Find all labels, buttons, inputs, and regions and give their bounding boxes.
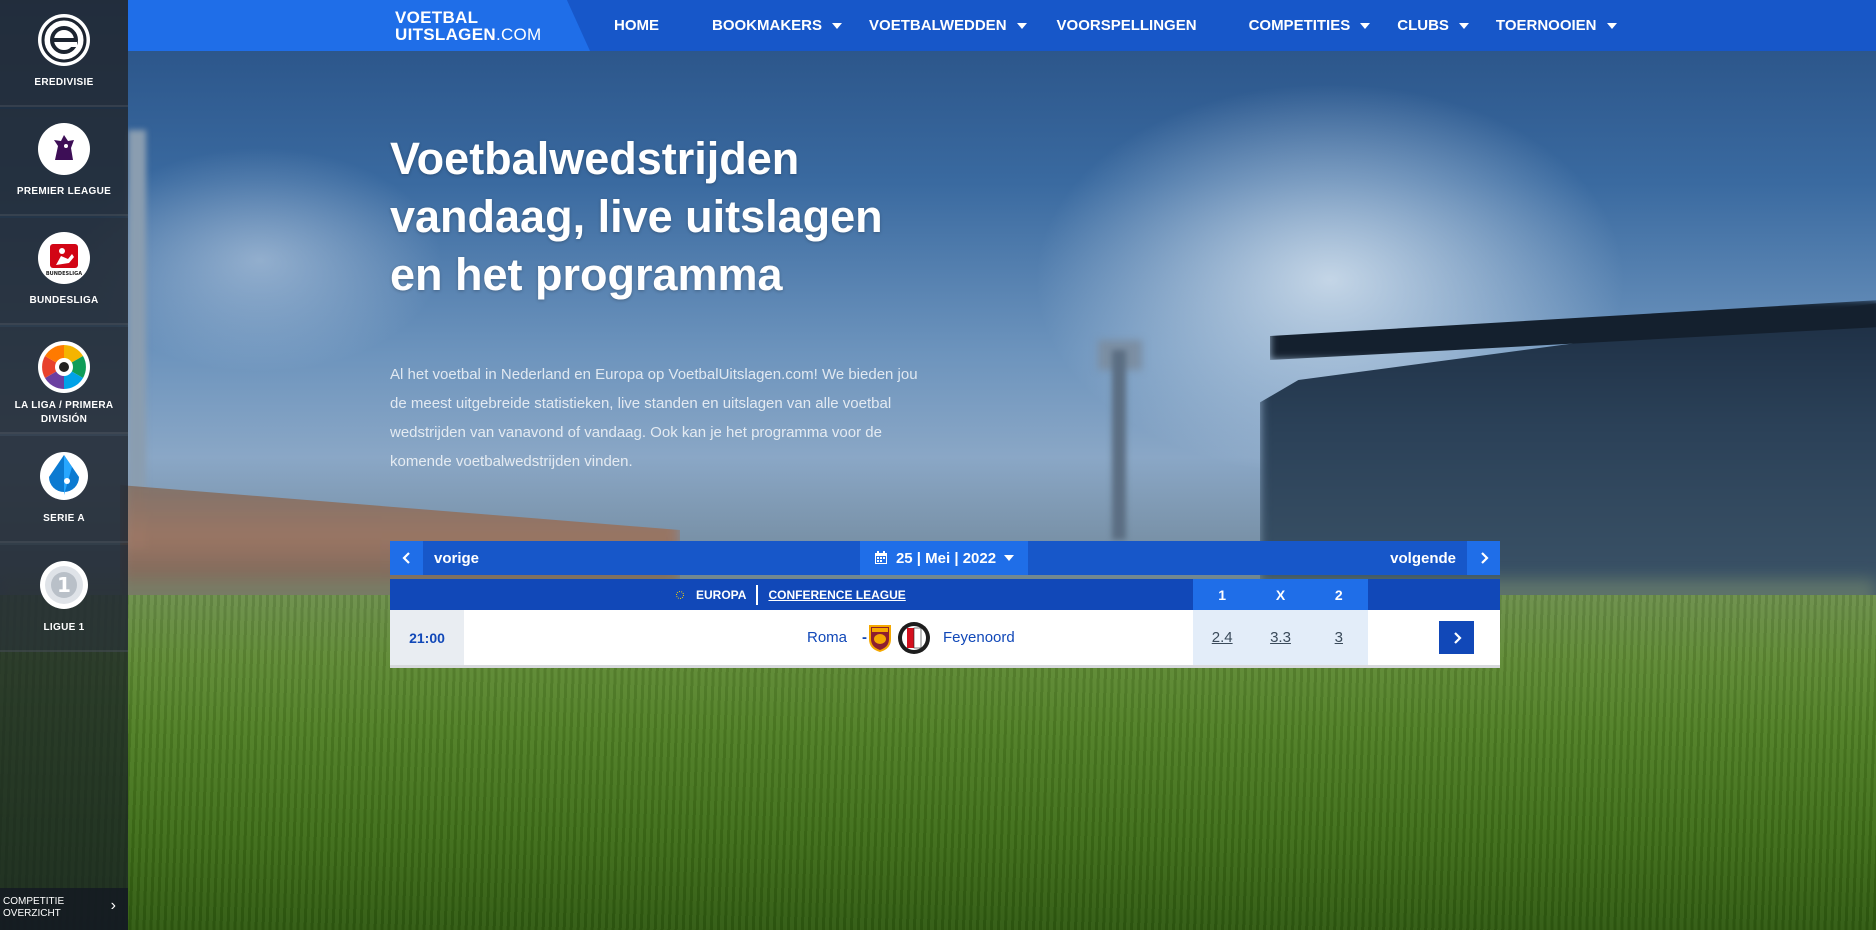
eredivisie-logo-icon [38, 14, 90, 66]
nav-competities[interactable]: COMPETITIES [1249, 17, 1371, 34]
previous-day-button[interactable]: vorige [390, 541, 479, 575]
away-team-name: Feyenoord [943, 629, 1015, 646]
next-day-label: volgende [1390, 549, 1456, 567]
logo-suffix: .COM [495, 25, 542, 44]
away-team[interactable]: Feyenoord [897, 610, 1015, 665]
caret-down-icon [1458, 22, 1469, 29]
caret-down-icon [832, 22, 843, 29]
calendar-icon [874, 551, 887, 564]
odds-header-away: 2 [1334, 586, 1343, 603]
top-navigation: VOETBAL UITSLAGEN.COM HOME BOOKMAKERS VO… [128, 0, 1876, 51]
date-navigator: vorige 25 | Mei | 2022 volgende [390, 541, 1500, 575]
selected-date: 25 | Mei | 2022 [895, 549, 997, 567]
chevron-right-icon [1453, 631, 1462, 644]
chevron-right-icon: › [110, 897, 116, 914]
nav-label: BOOKMAKERS [712, 17, 823, 34]
sidebar-item-label: LIGUE 1 [43, 622, 85, 633]
competition-region: EUROPA [696, 587, 747, 602]
nav-label: HOME [614, 17, 659, 34]
home-team[interactable]: Roma [807, 610, 895, 665]
sidebar-item-label: BUNDESLIGA [29, 295, 99, 306]
nav-label: VOETBALWEDDEN [869, 17, 1007, 34]
site-logo[interactable]: VOETBAL UITSLAGEN.COM [395, 9, 542, 43]
odds-home[interactable]: 2.4 [1193, 610, 1251, 665]
match-row[interactable]: 21:00 Roma - Feyenoord 2.4 3.3 3 [390, 610, 1500, 668]
main-menu: HOME BOOKMAKERS VOETBALWEDDEN VOORSPELLI… [614, 0, 1617, 51]
nav-toernooien[interactable]: TOERNOOIEN [1496, 17, 1617, 34]
sidebar-item-eredivisie[interactable]: EREDIVISIE [0, 0, 128, 107]
sidebar-item-label: SERIE A [43, 513, 85, 524]
nav-bookmakers[interactable]: BOOKMAKERS [712, 17, 843, 34]
competitie-overzicht-link[interactable]: COMPETITIE OVERZICHT › [0, 888, 128, 930]
sidebar-item-ligue-1[interactable]: 1 LIGUE 1 [0, 545, 128, 652]
competition-sidebar: EREDIVISIE PREMIER LEAGUE BUNDESLIGA BUN… [0, 0, 128, 930]
match-time: 21:00 [390, 610, 464, 665]
sidebar-item-la-liga[interactable]: LA LIGA / PRIMERA DIVISIÓN [0, 327, 128, 434]
la-liga-logo-icon [38, 341, 90, 393]
caret-down-icon [1016, 22, 1027, 29]
overview-label-1: COMPETITIE [3, 896, 65, 907]
next-day-button[interactable]: volgende [1390, 541, 1500, 575]
caret-down-icon [1004, 555, 1015, 561]
page-title: Voetbalwedstrijden vandaag, live uitslag… [390, 133, 883, 300]
nav-label: CLUBS [1397, 17, 1449, 34]
nav-clubs[interactable]: CLUBS [1397, 17, 1469, 34]
caret-down-icon [1360, 22, 1371, 29]
home-team-name: Roma [806, 629, 847, 646]
overview-label-2: OVERZICHT [3, 908, 61, 919]
nav-voetbalwedden[interactable]: VOETBALWEDDEN [869, 17, 1027, 34]
nav-label: COMPETITIES [1248, 17, 1351, 34]
sidebar-item-label: PREMIER LEAGUE [16, 186, 112, 197]
svg-text:1: 1 [57, 573, 71, 597]
competition-league-link[interactable]: CONFERENCE LEAGUE [768, 588, 905, 602]
europe-flag-icon [672, 588, 688, 601]
odds-values: 2.4 3.3 3 [1193, 610, 1368, 665]
feyenoord-crest-icon [898, 621, 930, 654]
score-separator: - [862, 629, 867, 646]
competition-title: EUROPA CONFERENCE LEAGUE [672, 579, 906, 610]
sidebar-item-label: EREDIVISIE [34, 77, 94, 88]
nav-label: TOERNOOIEN [1495, 17, 1597, 34]
date-picker[interactable]: 25 | Mei | 2022 [860, 541, 1028, 575]
previous-day-label: vorige [434, 549, 480, 567]
logo-line-2: UITSLAGEN [395, 25, 496, 44]
odds-header-draw: X [1275, 586, 1286, 603]
bundesliga-logo-icon: BUNDESLIGA [38, 232, 90, 284]
match-details-button[interactable] [1439, 621, 1474, 654]
serie-a-logo-icon [38, 450, 90, 502]
divider [756, 584, 759, 605]
competition-header: EUROPA CONFERENCE LEAGUE 1 X 2 [390, 579, 1500, 610]
floodlight-pole [1112, 350, 1126, 540]
premier-league-logo-icon [38, 123, 90, 175]
odds-away[interactable]: 3 [1310, 610, 1368, 665]
stadium-background [0, 0, 1876, 930]
sidebar-item-label: LA LIGA / PRIMERA DIVISIÓN [14, 400, 114, 425]
odds-draw[interactable]: 3.3 [1251, 610, 1309, 665]
hero-intro: Al het voetbal in Nederland en Europa op… [390, 366, 918, 470]
sidebar-item-bundesliga[interactable]: BUNDESLIGA BUNDESLIGA [0, 218, 128, 325]
sidebar-item-premier-league[interactable]: PREMIER LEAGUE [0, 109, 128, 216]
nav-home[interactable]: HOME [614, 17, 659, 34]
nav-voorspellingen[interactable]: VOORSPELLINGEN [1057, 17, 1197, 34]
roma-crest-icon [869, 624, 891, 652]
ligue-1-logo-icon: 1 [38, 559, 90, 611]
caret-down-icon [1606, 22, 1617, 29]
chevron-left-icon [390, 541, 423, 575]
svg-text:BUNDESLIGA: BUNDESLIGA [46, 271, 82, 277]
odds-header: 1 X 2 [1193, 579, 1368, 610]
sidebar-item-serie-a[interactable]: SERIE A [0, 436, 128, 543]
nav-label: VOORSPELLINGEN [1056, 17, 1197, 34]
odds-header-home: 1 [1218, 586, 1227, 603]
chevron-right-icon [1467, 541, 1500, 575]
